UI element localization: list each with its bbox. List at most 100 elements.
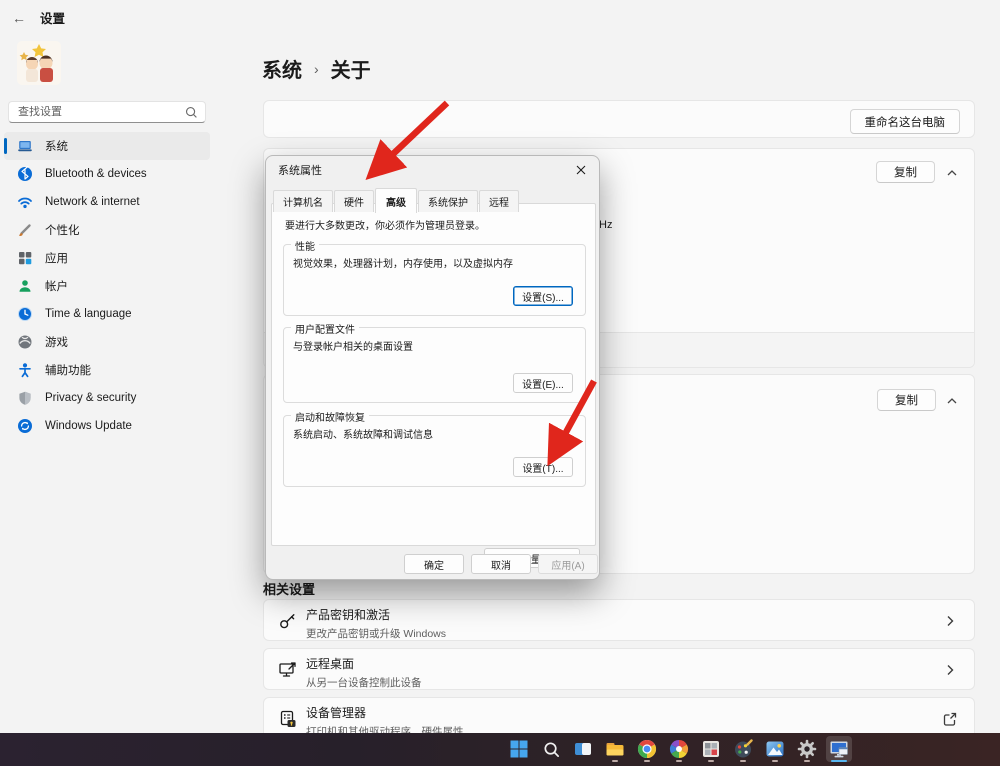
app-grid-icon	[701, 739, 721, 759]
chevron-right-icon	[942, 613, 958, 629]
paint-app-icon	[733, 739, 753, 759]
close-icon[interactable]	[573, 162, 589, 178]
copy-device-spec-button[interactable]: 复制	[876, 161, 935, 183]
taskbar-icon-row	[506, 736, 852, 762]
sidebar-item-label: 应用	[45, 250, 68, 266]
breadcrumb-separator-icon: ›	[314, 61, 319, 77]
sidebar-item-label: 帐户	[45, 278, 68, 294]
performance-settings-button[interactable]: 设置(S)...	[513, 286, 573, 306]
search-box[interactable]	[8, 101, 206, 123]
dialog-title: 系统属性	[278, 162, 573, 178]
running-indicator	[804, 760, 810, 763]
sidebar-item-label: 游戏	[45, 334, 68, 350]
sidebar-item-label: 系统	[45, 138, 68, 154]
sidebar-item-label: Bluetooth & devices	[45, 168, 147, 180]
task-view-button[interactable]	[570, 736, 596, 762]
advanced-tab-pane: 要进行大多数更改，你必须作为管理员登录。 性能 视觉效果，处理器计划，内存使用，…	[271, 203, 596, 546]
related-item-activation[interactable]: 产品密钥和激活 更改产品密钥或升级 Windows	[263, 599, 975, 641]
rename-pc-button[interactable]: 重命名这台电脑	[850, 109, 961, 134]
accessibility-icon	[17, 362, 33, 378]
system-icon	[17, 138, 33, 154]
dialog-titlebar[interactable]: 系统属性	[266, 156, 599, 184]
search-input[interactable]	[18, 106, 184, 118]
sidebar-item-label: Windows Update	[45, 420, 132, 432]
sidebar-item-bluetooth[interactable]: Bluetooth & devices	[4, 160, 210, 188]
group-title: 性能	[291, 238, 319, 253]
pinwheel-browser-icon	[669, 739, 689, 759]
startup-recovery-settings-button[interactable]: 设置(T)...	[513, 457, 573, 477]
startup-recovery-group: 启动和故障恢复 系统启动、系统故障和调试信息 设置(T)...	[283, 415, 586, 487]
search-icon	[542, 740, 561, 759]
sidebar-item-gaming[interactable]: 游戏	[4, 328, 210, 356]
collapse-chevron-icon[interactable]	[944, 393, 960, 409]
app-title: 设置	[40, 8, 65, 27]
tab-advanced[interactable]: 高级	[375, 188, 417, 213]
sidebar-item-apps[interactable]: 应用	[4, 244, 210, 272]
group-description: 与登录帐户相关的桌面设置	[293, 338, 413, 353]
paint-app-button[interactable]	[730, 736, 756, 762]
running-indicator	[708, 760, 714, 763]
chevron-right-icon	[942, 662, 958, 678]
sidebar-item-label: Time & language	[45, 308, 132, 320]
tab-hardware[interactable]: 硬件	[334, 190, 374, 212]
related-item-remote-desktop[interactable]: 远程桌面 从另一台设备控制此设备	[263, 648, 975, 690]
breadcrumb: 系统 › 关于	[262, 54, 371, 83]
privacy-icon	[17, 390, 33, 406]
running-indicator	[740, 760, 746, 763]
cancel-button[interactable]: 取消	[471, 554, 531, 574]
gaming-icon	[17, 334, 33, 350]
running-indicator	[676, 760, 682, 763]
photos-button[interactable]	[762, 736, 788, 762]
network-icon	[17, 194, 33, 210]
processor-spec-fragment: Hz	[599, 219, 612, 231]
system-properties-taskbar-button[interactable]	[826, 736, 852, 762]
avatar[interactable]	[16, 40, 62, 86]
accounts-icon	[17, 278, 33, 294]
settings-app-button[interactable]	[794, 736, 820, 762]
chrome-icon	[637, 739, 657, 759]
ok-button[interactable]: 确定	[404, 554, 464, 574]
chrome-button[interactable]	[634, 736, 660, 762]
sidebar-item-privacy[interactable]: Privacy & security	[4, 384, 210, 412]
related-item-text: 产品密钥和激活 更改产品密钥或升级 Windows	[306, 606, 446, 641]
sidebar-item-windows-update[interactable]: Windows Update	[4, 412, 210, 440]
sidebar: 系统 Bluetooth & devices Network & interne…	[4, 132, 210, 440]
system-properties-icon	[829, 739, 849, 759]
tab-computer-name[interactable]: 计算机名	[273, 190, 333, 212]
time-language-icon	[17, 306, 33, 322]
remote-desktop-icon	[278, 660, 298, 680]
sidebar-item-network[interactable]: Network & internet	[4, 188, 210, 216]
admin-note: 要进行大多数更改，你必须作为管理员登录。	[285, 217, 485, 232]
group-description: 视觉效果，处理器计划，内存使用，以及虚拟内存	[293, 255, 513, 270]
settings-window: ← 设置 系统	[0, 0, 1000, 766]
sidebar-item-time-language[interactable]: Time & language	[4, 300, 210, 328]
user-profiles-settings-button[interactable]: 设置(E)...	[513, 373, 573, 393]
computer-name-card: 重命名这台电脑	[263, 100, 975, 138]
start-button[interactable]	[506, 736, 532, 762]
photos-icon	[765, 739, 785, 759]
device-manager-icon	[278, 709, 298, 729]
pinwheel-browser-button[interactable]	[666, 736, 692, 762]
windows-icon	[509, 739, 529, 759]
active-indicator	[831, 760, 847, 763]
taskbar-search-button[interactable]	[538, 736, 564, 762]
sidebar-item-personalization[interactable]: 个性化	[4, 216, 210, 244]
sidebar-item-accounts[interactable]: 帐户	[4, 272, 210, 300]
running-indicator	[772, 760, 778, 763]
taskbar	[0, 733, 1000, 766]
key-icon	[278, 611, 298, 631]
related-item-subtitle: 从另一台设备控制此设备	[306, 675, 422, 690]
group-description: 系统启动、系统故障和调试信息	[293, 426, 433, 441]
performance-group: 性能 视觉效果，处理器计划，内存使用，以及虚拟内存 设置(S)...	[283, 244, 586, 316]
tab-system-protection[interactable]: 系统保护	[418, 190, 478, 212]
back-icon[interactable]: ←	[12, 10, 26, 26]
file-explorer-button[interactable]	[602, 736, 628, 762]
app-grid-button[interactable]	[698, 736, 724, 762]
breadcrumb-root[interactable]: 系统	[262, 54, 302, 83]
sidebar-item-system[interactable]: 系统	[4, 132, 210, 160]
tab-remote[interactable]: 远程	[479, 190, 519, 212]
collapse-chevron-icon[interactable]	[944, 165, 960, 181]
file-explorer-icon	[605, 739, 625, 759]
sidebar-item-accessibility[interactable]: 辅助功能	[4, 356, 210, 384]
copy-windows-spec-button[interactable]: 复制	[877, 389, 936, 411]
